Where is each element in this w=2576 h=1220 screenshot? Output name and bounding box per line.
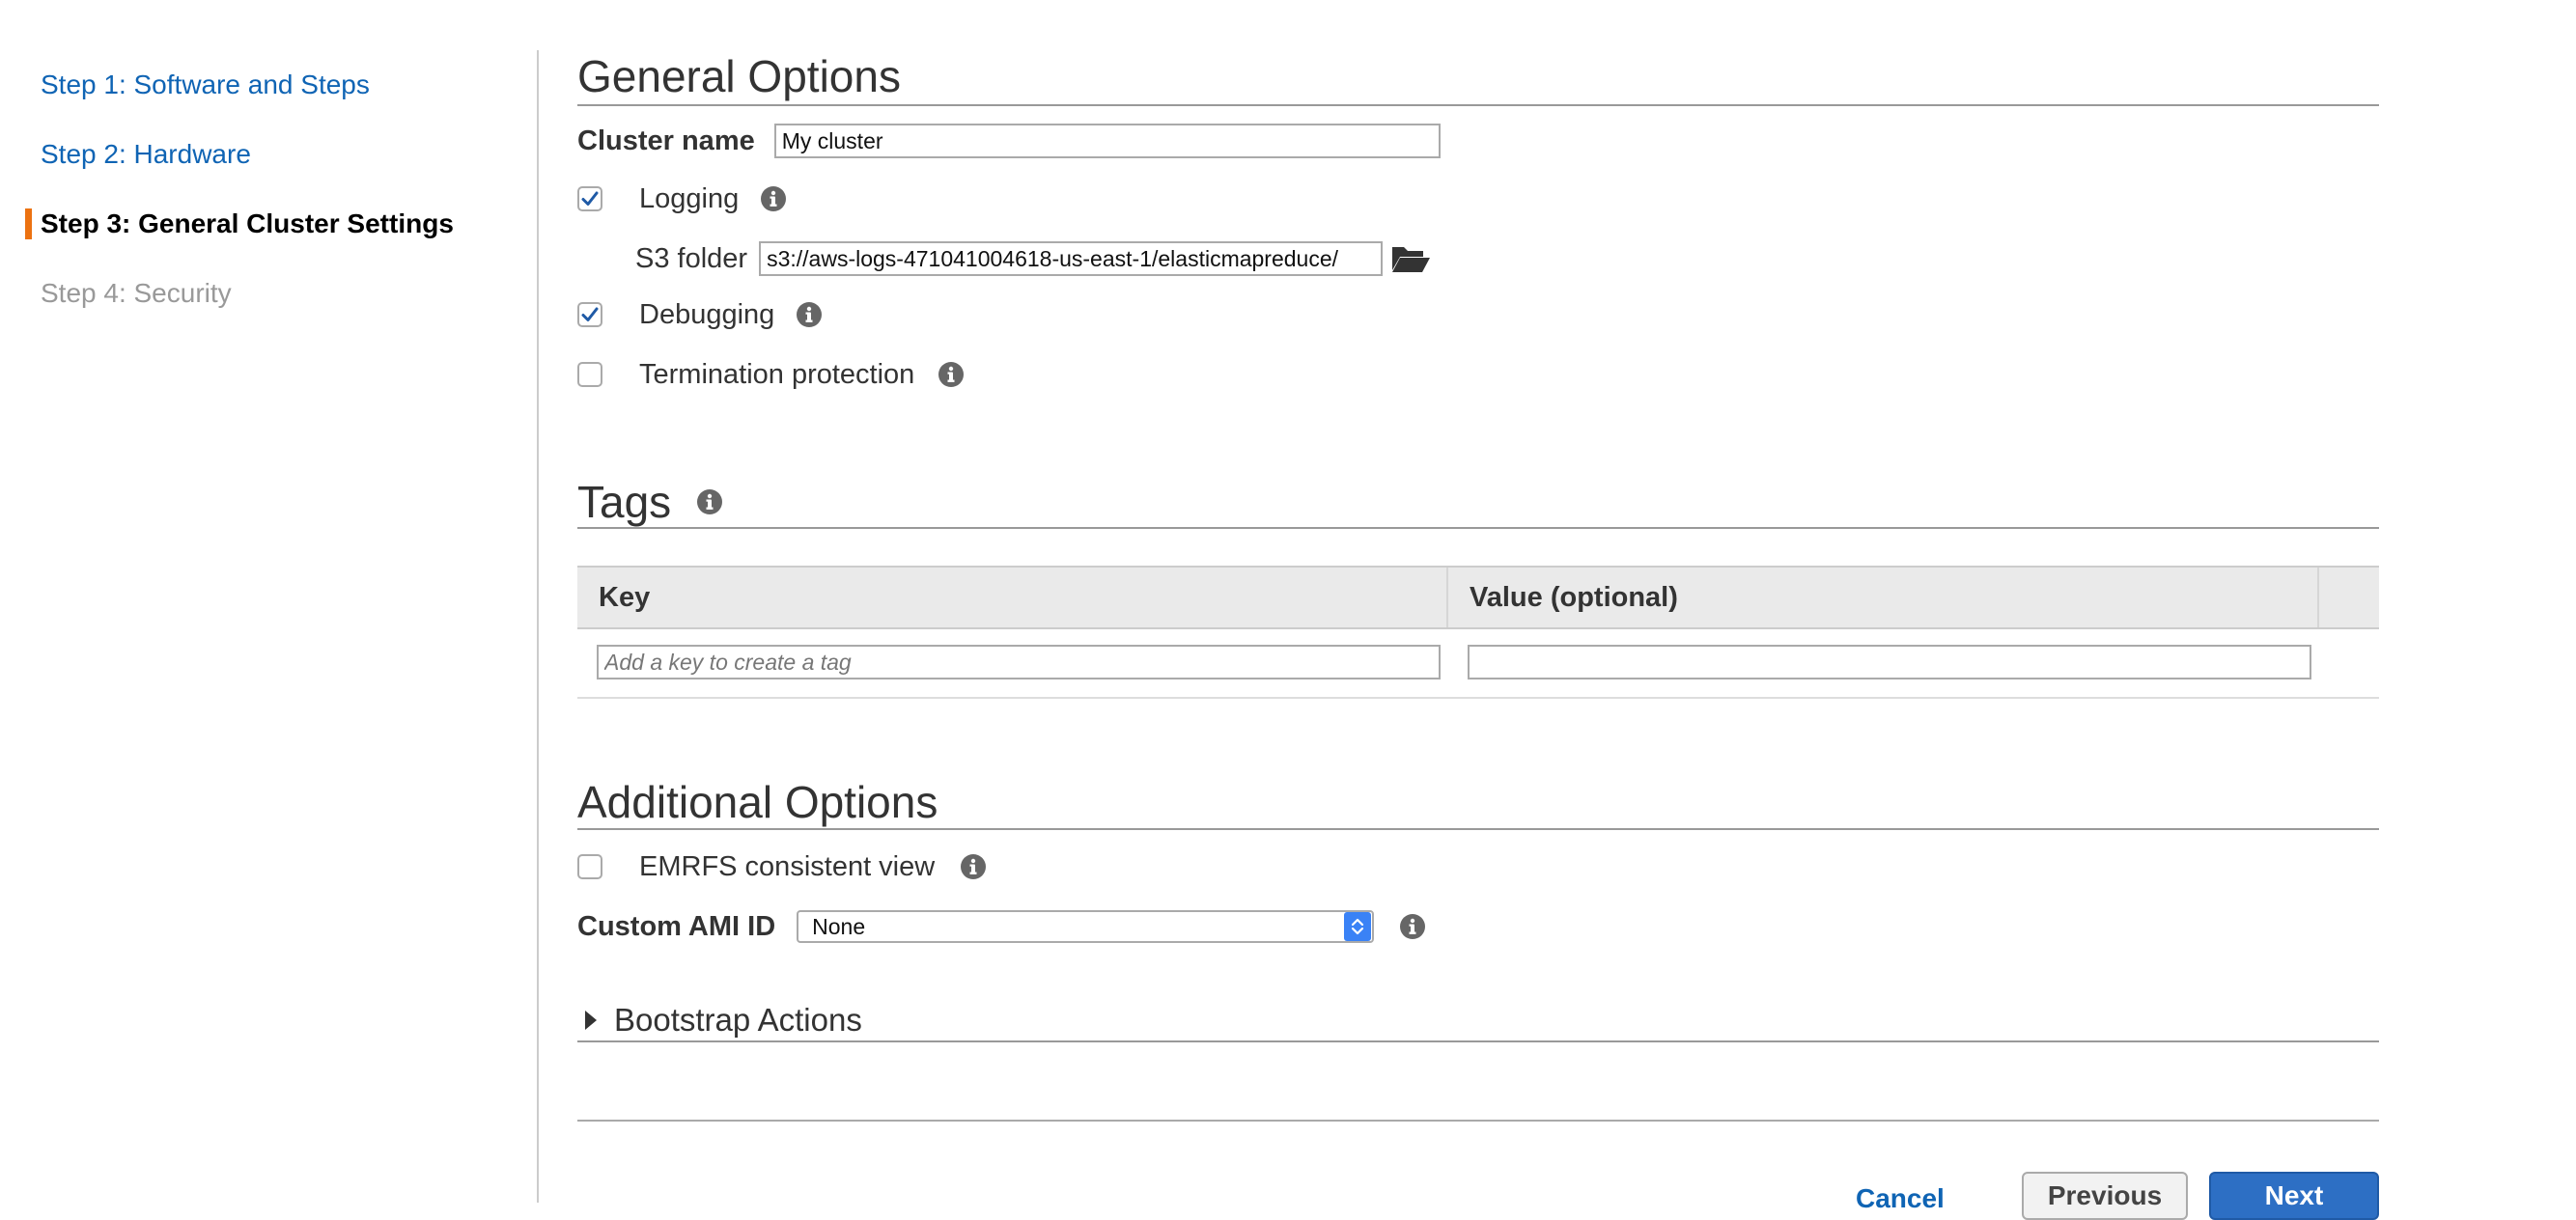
main-content: General Options Cluster name Logging S3 …	[577, 0, 2379, 1220]
folder-open-icon[interactable]	[1390, 241, 1431, 276]
termination-protection-checkbox[interactable]	[577, 362, 602, 387]
logging-checkbox[interactable]	[577, 186, 602, 211]
previous-button[interactable]: Previous	[2022, 1172, 2188, 1220]
current-step-marker	[25, 208, 32, 239]
cluster-name-row: Cluster name	[577, 122, 1441, 160]
checkmark-icon	[581, 191, 599, 206]
info-icon[interactable]	[938, 361, 965, 388]
emrfs-row: EMRFS consistent view	[577, 847, 987, 886]
logging-label: Logging	[639, 182, 740, 214]
step-software-and-steps[interactable]: Step 1: Software and Steps	[0, 58, 537, 127]
next-button[interactable]: Next	[2209, 1172, 2379, 1220]
general-options-title: General Options	[577, 51, 901, 101]
column-header-key: Key	[577, 568, 1448, 627]
section-divider	[577, 1040, 2379, 1042]
custom-ami-id-selected-value: None	[812, 913, 866, 939]
step-label: Step 2: Hardware	[41, 139, 251, 169]
bootstrap-actions-toggle[interactable]: Bootstrap Actions	[577, 1002, 862, 1039]
debugging-checkbox[interactable]	[577, 302, 602, 327]
custom-ami-id-select[interactable]: None	[797, 910, 1375, 943]
step-security: Step 4: Security	[0, 266, 537, 336]
caret-right-icon	[583, 1010, 599, 1031]
emrfs-consistent-view-label: EMRFS consistent view	[639, 850, 936, 882]
info-icon[interactable]	[760, 185, 787, 212]
section-divider	[577, 104, 2379, 106]
step-label: Step 3: General Cluster Settings	[41, 208, 454, 238]
tags-title: Tags	[577, 477, 672, 527]
logging-row: Logging	[577, 180, 787, 218]
step-label: Step 4: Security	[41, 278, 232, 308]
section-divider	[577, 527, 2379, 529]
custom-ami-id-label: Custom AMI ID	[577, 910, 776, 942]
nav-divider	[537, 50, 539, 1203]
cancel-link[interactable]: Cancel	[1856, 1183, 1945, 1214]
s3-folder-label: S3 folder	[635, 242, 748, 274]
section-divider	[577, 828, 2379, 830]
tag-key-input[interactable]	[597, 645, 1441, 679]
select-arrows-icon	[1344, 912, 1372, 941]
step-label: Step 1: Software and Steps	[41, 69, 370, 99]
column-header-actions	[2319, 568, 2379, 627]
tags-header: Tags	[577, 473, 723, 531]
additional-options-title: Additional Options	[577, 777, 938, 827]
page: Step 1: Software and Steps Step 2: Hardw…	[0, 0, 2576, 1220]
footer-divider	[577, 1120, 2379, 1122]
info-icon[interactable]	[960, 853, 987, 880]
tags-table: Key Value (optional)	[577, 566, 2379, 699]
s3-folder-row: S3 folder	[635, 237, 1431, 280]
debugging-row: Debugging	[577, 295, 823, 334]
cluster-name-input[interactable]	[773, 124, 1441, 158]
termination-protection-row: Termination protection	[577, 355, 965, 394]
cluster-name-label: Cluster name	[577, 125, 755, 156]
bootstrap-actions-label: Bootstrap Actions	[614, 1002, 862, 1038]
emrfs-consistent-view-checkbox[interactable]	[577, 854, 602, 879]
step-hardware[interactable]: Step 2: Hardware	[0, 127, 537, 197]
info-icon[interactable]	[796, 301, 823, 328]
debugging-label: Debugging	[639, 298, 775, 330]
s3-folder-input[interactable]	[759, 241, 1384, 276]
custom-ami-row: Custom AMI ID None	[577, 907, 1426, 946]
info-icon[interactable]	[696, 488, 723, 515]
termination-protection-label: Termination protection	[639, 358, 915, 390]
checkmark-icon	[581, 307, 599, 321]
table-row	[577, 629, 2379, 699]
wizard-steps-nav: Step 1: Software and Steps Step 2: Hardw…	[0, 58, 537, 336]
info-icon[interactable]	[1399, 913, 1426, 940]
tag-value-input[interactable]	[1468, 645, 2311, 679]
column-header-value: Value (optional)	[1448, 568, 2319, 627]
step-general-cluster-settings: Step 3: General Cluster Settings	[0, 197, 537, 266]
tags-table-header: Key Value (optional)	[577, 566, 2379, 629]
